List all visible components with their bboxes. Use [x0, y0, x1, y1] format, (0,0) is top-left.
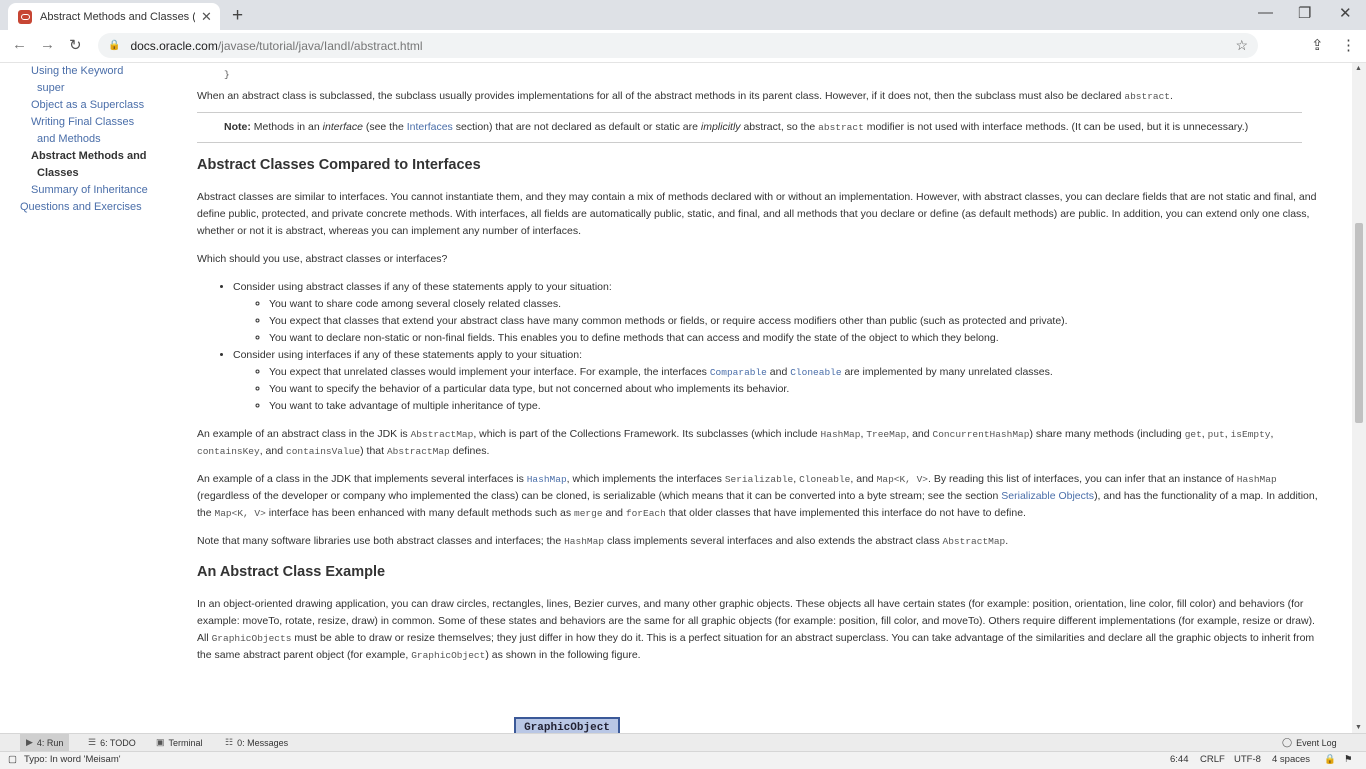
- close-window-icon[interactable]: ✕: [1339, 4, 1352, 22]
- terminal-icon: ▣: [156, 737, 165, 747]
- sidebar-item-keyword-super-2[interactable]: super: [0, 80, 175, 97]
- sidebar-item-final-classes[interactable]: Writing Final Classes: [0, 114, 175, 131]
- todo-tool-button[interactable]: ☰ 6: TODO: [88, 737, 136, 748]
- list-item: You expect that classes that extend your…: [269, 313, 1327, 330]
- list-item: You want to take advantage of multiple i…: [269, 398, 1327, 415]
- url-path: /javase/tutorial/java/IandI/abstract.htm…: [217, 38, 423, 53]
- back-icon[interactable]: ←: [12, 36, 27, 53]
- considerations-list: Consider using abstract classes if any o…: [197, 279, 1327, 415]
- sidebar-item-summary-inheritance[interactable]: Summary of Inheritance: [0, 182, 175, 199]
- navigation-bar: ← → ↻ 🔒 docs.oracle.com /javase/tutorial…: [0, 30, 1366, 63]
- sidebar-item-abstract-methods-2: Classes: [37, 167, 79, 179]
- run-icon: ▶: [26, 737, 33, 747]
- paragraph-compare: Abstract classes are similar to interfac…: [197, 191, 1317, 237]
- file-encoding[interactable]: UTF-8: [1234, 754, 1261, 765]
- heading-compared-interfaces: Abstract Classes Compared to Interfaces: [197, 157, 481, 173]
- maximize-icon[interactable]: ❐: [1298, 4, 1311, 22]
- bookmark-star-icon[interactable]: ☆: [1235, 37, 1248, 54]
- list-item: Consider using interfaces if any of thes…: [233, 347, 1327, 415]
- article-body: } When an abstract class is subclassed, …: [197, 63, 1327, 664]
- event-log-icon: ◯: [1282, 737, 1293, 747]
- sidebar-item-final-classes-2[interactable]: and Methods: [0, 131, 175, 148]
- extension-icon[interactable]: ⇪: [1311, 36, 1324, 54]
- vertical-scrollbar[interactable]: ▲ ▼: [1352, 63, 1366, 733]
- sidebar-item-keyword-super[interactable]: Using the Keyword: [0, 63, 175, 80]
- web-page: Using the Keyword super Object as a Supe…: [0, 63, 1352, 733]
- ide-tool-window-bar: ▶ 4: Run ☰ 6: TODO ▣ Terminal ☷ 0: Messages …: [0, 733, 1366, 751]
- menu-icon[interactable]: ⋮: [1341, 36, 1356, 54]
- lock-status-icon[interactable]: 🔒: [1324, 754, 1336, 765]
- url-host: docs.oracle.com: [130, 38, 218, 53]
- note-box: Note: Methods in an interface (see the I…: [197, 112, 1302, 143]
- reload-icon[interactable]: ↻: [69, 36, 82, 54]
- serializable-objects-link[interactable]: Serializable Objects: [1001, 490, 1094, 502]
- messages-tool-button[interactable]: ☷ 0: Messages: [225, 737, 288, 748]
- paragraph-abstractmap-example: An example of an abstract class in the J…: [197, 428, 1274, 457]
- list-item: You want to share code among several clo…: [269, 296, 1327, 313]
- tab-bar: Abstract Methods and Classes (T ✕ + — ❐ …: [0, 0, 1366, 30]
- paragraph-subclassed: When an abstract class is subclassed, th…: [197, 90, 1173, 102]
- status-square-icon[interactable]: ▢: [8, 754, 17, 765]
- notifications-icon[interactable]: ⚑: [1344, 754, 1353, 765]
- run-tool-button[interactable]: ▶ 4: Run: [20, 734, 70, 751]
- code-closing-brace: }: [224, 69, 230, 80]
- forward-icon[interactable]: →: [40, 36, 55, 53]
- minimize-icon[interactable]: —: [1258, 4, 1273, 21]
- lock-icon: 🔒: [108, 40, 121, 51]
- list-item: You want to declare non-static or non-fi…: [269, 330, 1327, 347]
- paragraph-graphic-objects: In an object-oriented drawing applicatio…: [197, 598, 1315, 661]
- heading-abstract-example: An Abstract Class Example: [197, 564, 386, 580]
- graphicobject-figure-box: GraphicObject: [514, 717, 620, 733]
- caret-position[interactable]: 6:44: [1170, 754, 1189, 765]
- sidebar-item-object-superclass[interactable]: Object as a Superclass: [0, 97, 175, 114]
- paragraph-hashmap-example: An example of a class in the JDK that im…: [197, 473, 1318, 519]
- terminal-tool-button[interactable]: ▣ Terminal: [156, 737, 203, 748]
- browser-tab[interactable]: Abstract Methods and Classes (T ✕: [8, 3, 220, 30]
- line-separator[interactable]: CRLF: [1200, 754, 1225, 765]
- indent-setting[interactable]: 4 spaces: [1272, 754, 1310, 765]
- scrollbar-thumb[interactable]: [1355, 223, 1363, 423]
- scroll-down-icon[interactable]: ▼: [1355, 724, 1362, 731]
- ide-status-bar: ▢ Typo: In word 'Meisam' 6:44 CRLF UTF-8…: [0, 751, 1366, 769]
- interfaces-link[interactable]: Interfaces: [407, 121, 453, 133]
- sidebar-nav: Using the Keyword super Object as a Supe…: [0, 63, 175, 216]
- paragraph-which: Which should you use, abstract classes o…: [197, 253, 448, 265]
- list-item: You expect that unrelated classes would …: [269, 364, 1327, 381]
- messages-icon: ☷: [225, 737, 234, 747]
- oracle-favicon-icon: [18, 9, 32, 24]
- paragraph-libraries-note: Note that many software libraries use bo…: [197, 535, 1009, 547]
- sidebar-item-questions[interactable]: Questions and Exercises: [0, 199, 175, 216]
- address-bar[interactable]: 🔒 docs.oracle.com /javase/tutorial/java/…: [98, 33, 1258, 58]
- todo-icon: ☰: [88, 737, 97, 747]
- list-item: Consider using abstract classes if any o…: [233, 279, 1327, 347]
- close-tab-icon[interactable]: ✕: [201, 9, 212, 25]
- tab-title: Abstract Methods and Classes (T: [40, 10, 195, 23]
- list-item: You want to specify the behavior of a pa…: [269, 381, 1327, 398]
- new-tab-icon[interactable]: +: [232, 5, 243, 27]
- sidebar-item-abstract-methods: Abstract Methods and: [31, 150, 147, 162]
- scroll-up-icon[interactable]: ▲: [1355, 65, 1362, 72]
- status-message[interactable]: Typo: In word 'Meisam': [24, 754, 121, 765]
- event-log-button[interactable]: ◯ Event Log: [1282, 737, 1337, 748]
